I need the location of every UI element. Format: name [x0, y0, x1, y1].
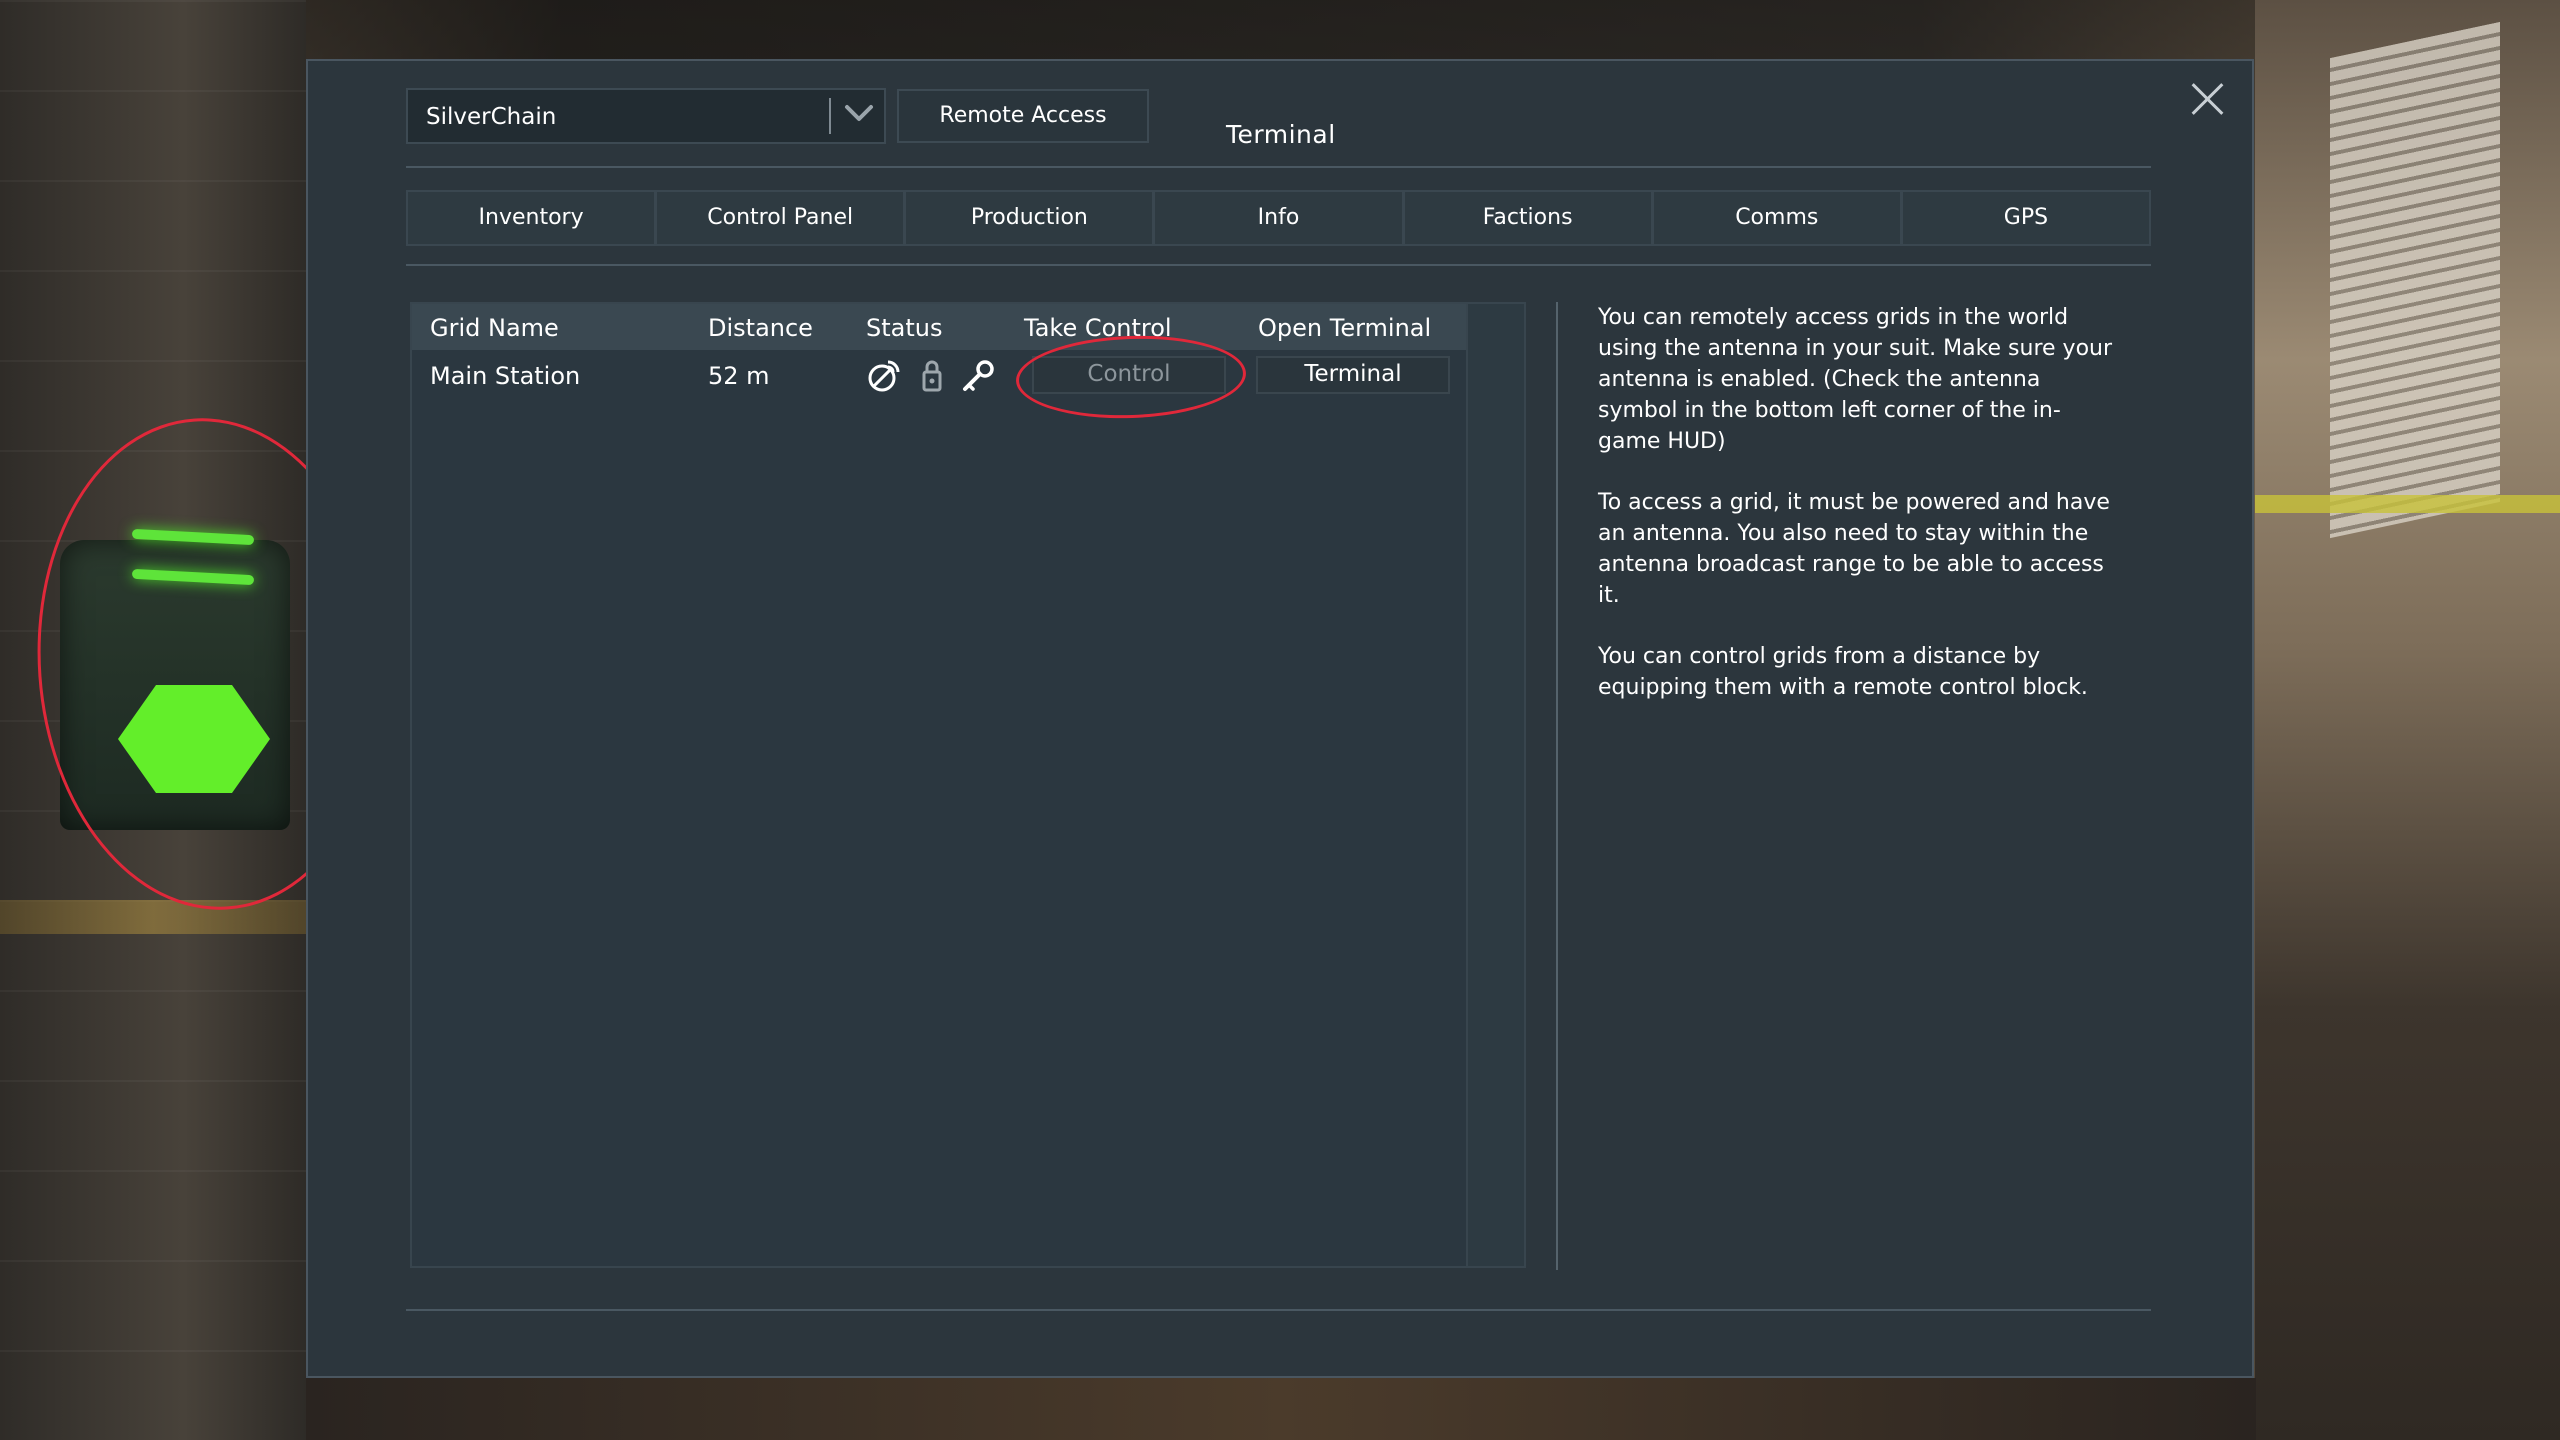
- help-paragraph: To access a grid, it must be powered and…: [1598, 490, 2110, 608]
- tab-gps[interactable]: GPS: [1900, 190, 2151, 246]
- divider: [406, 166, 2151, 168]
- broadcast-icon: [868, 360, 900, 392]
- column-header-open-terminal[interactable]: Open Terminal: [1258, 314, 1431, 342]
- scene-floor: [306, 1378, 2256, 1440]
- tab-info[interactable]: Info: [1153, 190, 1403, 246]
- grid-list-panel: [410, 302, 1468, 1268]
- chevron-down-icon[interactable]: [844, 102, 874, 124]
- grid-list-scrollbar[interactable]: [1468, 302, 1526, 1268]
- grid-list-header: Grid Name Distance Status Take Control O…: [412, 304, 1466, 350]
- help-text-panel: You can remotely access grids in the wor…: [1598, 302, 2118, 733]
- key-icon: [963, 360, 994, 391]
- divider: [406, 1309, 2151, 1311]
- scene-tower-right: [2330, 21, 2500, 539]
- column-header-grid-name[interactable]: Grid Name: [430, 314, 559, 342]
- close-icon[interactable]: [2190, 82, 2224, 116]
- window-title: Terminal: [1226, 120, 1336, 149]
- help-paragraph: You can remotely access grids in the wor…: [1598, 305, 2113, 454]
- status-cell: [866, 358, 996, 398]
- tab-comms[interactable]: Comms: [1651, 190, 1901, 246]
- remote-access-button[interactable]: Remote Access: [897, 89, 1149, 143]
- tab-production[interactable]: Production: [904, 190, 1154, 246]
- help-paragraph: You can control grids from a distance by…: [1598, 644, 2088, 700]
- dropdown-separator: [829, 98, 831, 134]
- vertical-divider: [1556, 302, 1558, 1270]
- table-row[interactable]: Main Station 52 m Control Terminal: [412, 352, 1466, 400]
- tab-control-panel[interactable]: Control Panel: [655, 190, 905, 246]
- tab-bar: Inventory Control Panel Production Info …: [406, 190, 2151, 246]
- tab-factions[interactable]: Factions: [1402, 190, 1652, 246]
- grid-select-dropdown[interactable]: SilverChain: [406, 88, 886, 144]
- column-header-status[interactable]: Status: [866, 314, 942, 342]
- remote-lock-icon: [922, 360, 942, 392]
- scene-yellow-strip-right: [2255, 495, 2560, 513]
- column-header-distance[interactable]: Distance: [708, 314, 813, 342]
- divider: [406, 264, 2151, 266]
- grid-name-cell: Main Station: [430, 362, 581, 390]
- scene-strip-left: [0, 900, 306, 934]
- grid-select-value: SilverChain: [426, 104, 557, 130]
- tab-inventory[interactable]: Inventory: [406, 190, 656, 246]
- open-terminal-button[interactable]: Terminal: [1256, 356, 1450, 394]
- distance-cell: 52 m: [708, 362, 770, 390]
